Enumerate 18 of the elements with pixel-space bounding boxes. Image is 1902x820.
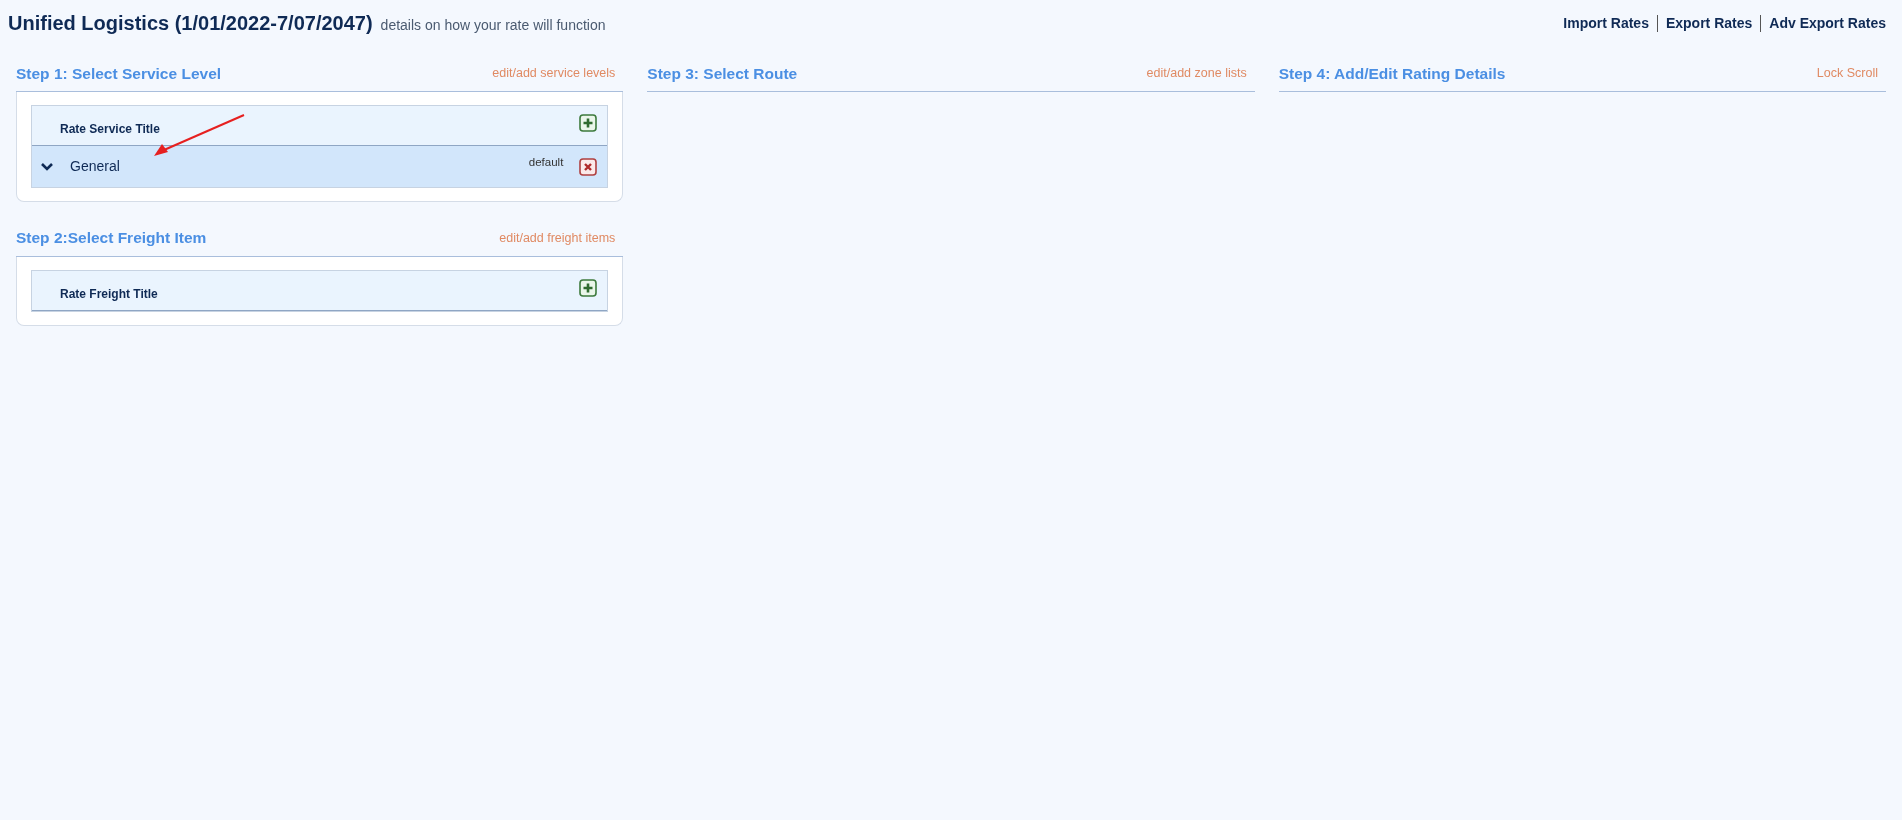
default-label: default (528, 155, 564, 171)
page-subtitle: details on how your rate will function (380, 16, 606, 35)
column-header: Rate Freight Title (60, 285, 158, 303)
toolbar-link[interactable]: Export Rates (1665, 12, 1753, 34)
toolbar-link[interactable]: Import Rates (1563, 12, 1649, 34)
table-row[interactable]: General default (32, 146, 608, 188)
page-title: Unified Logistics (1/01/2022-7/07/2047) (8, 11, 373, 36)
chevron-icon[interactable] (40, 161, 54, 172)
step-title: Step 4: Add/Edit Rating Details (1278, 64, 1506, 84)
row-label: General (70, 157, 120, 177)
add-icon[interactable] (579, 278, 598, 297)
delete-icon[interactable] (579, 157, 598, 176)
step-title: Step 2:Select Freight Item (16, 228, 207, 249)
add-icon[interactable] (579, 114, 598, 133)
step-title: Step 1: Select Service Level (16, 64, 222, 84)
column-header: Rate Service Title (60, 121, 160, 139)
toolbar-link[interactable]: Adv Export Rates (1769, 12, 1886, 34)
step-title: Step 3: Select Route (647, 64, 798, 84)
